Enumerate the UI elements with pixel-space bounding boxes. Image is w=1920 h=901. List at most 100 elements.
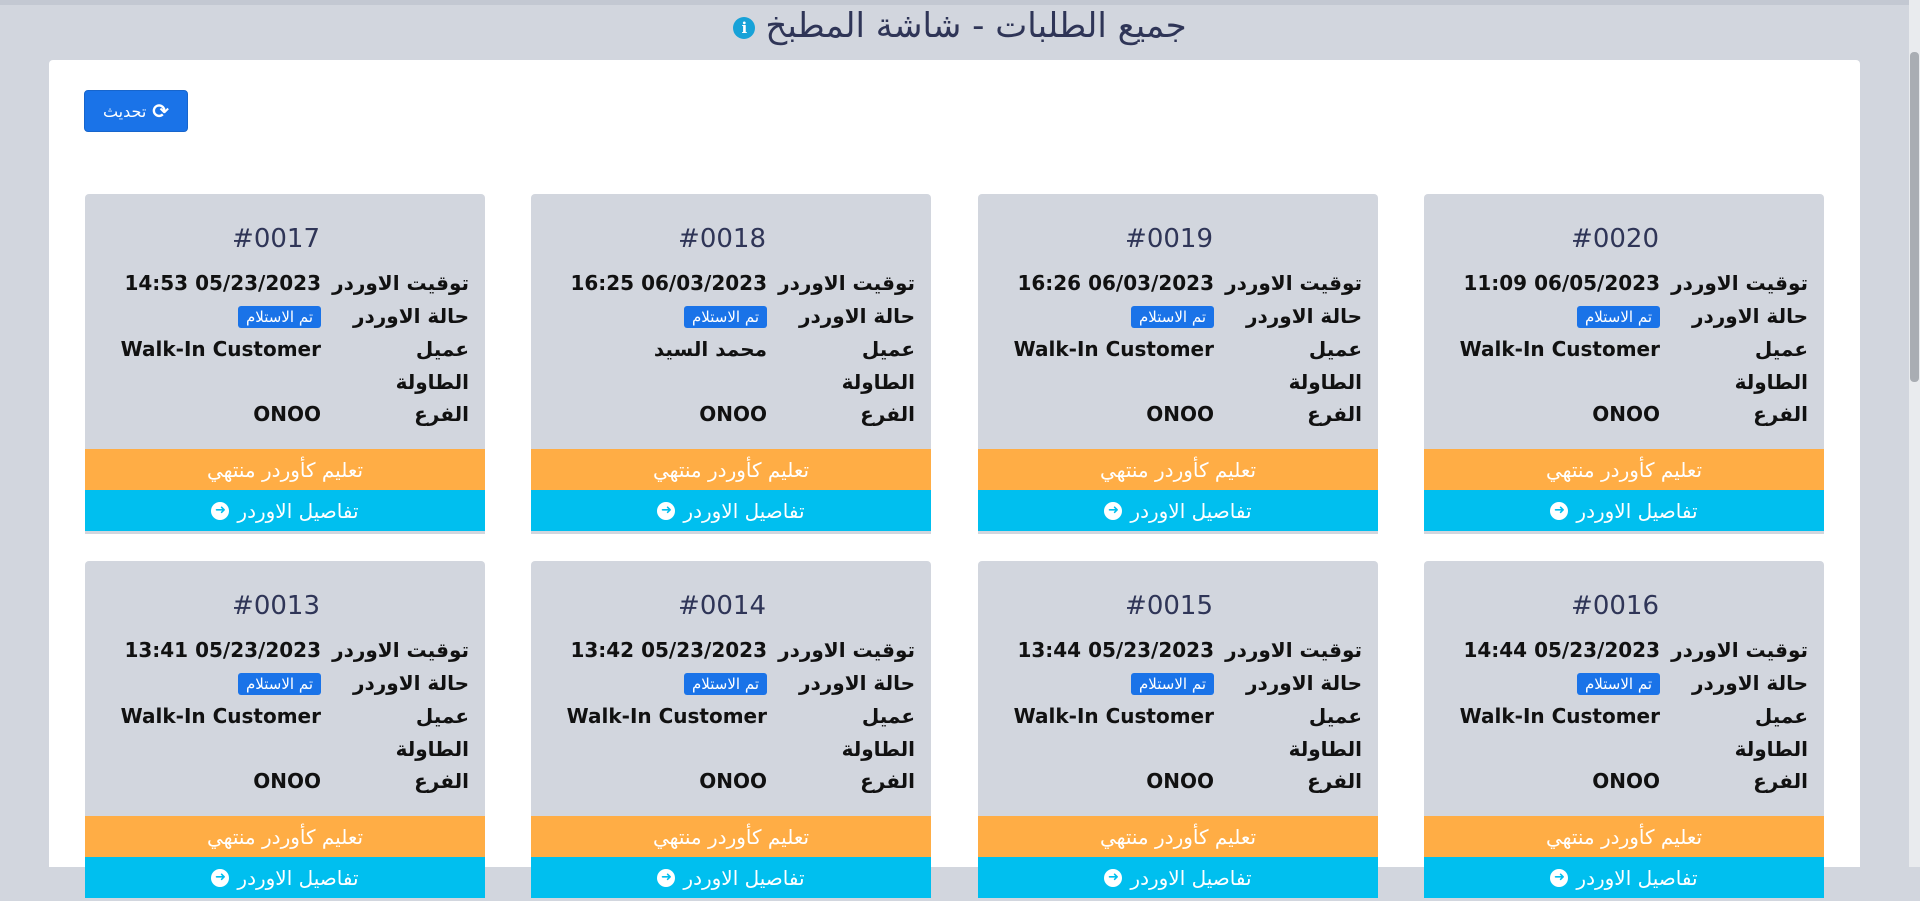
customer-label: عميل	[861, 337, 915, 361]
mark-finished-button[interactable]: تعليم كأوردر منتهي	[85, 449, 485, 490]
mark-finished-label: تعليم كأوردر منتهي	[652, 457, 810, 482]
order-details-button[interactable]: تفاصيل الاوردر ➜	[978, 490, 1378, 531]
mark-finished-label: تعليم كأوردر منتهي	[206, 824, 364, 849]
order-time-value: 14:44 05/23/2023	[1463, 638, 1660, 662]
page-header: جميع الطلبات - شاشة المطبخ i	[0, 0, 1920, 60]
branch-label: الفرع	[414, 402, 469, 426]
branch-value: ONOO	[1592, 402, 1660, 426]
order-details-label: تفاصيل الاوردر	[683, 865, 805, 890]
table-label: الطاولة	[395, 370, 469, 394]
order-number: #0018	[678, 224, 766, 254]
order-time-label: توقيت الاوردر	[1671, 271, 1808, 295]
order-details-button[interactable]: تفاصيل الاوردر ➜	[531, 857, 931, 898]
order-time-label: توقيت الاوردر	[1225, 271, 1362, 295]
order-details-label: تفاصيل الاوردر	[1576, 498, 1698, 523]
customer-value: Walk-In Customer	[1013, 704, 1214, 728]
order-number: #0014	[678, 591, 766, 621]
order-card: #0014 توقيت الاوردر 13:42 05/23/2023 حال…	[531, 561, 931, 901]
order-details-label: تفاصيل الاوردر	[237, 865, 359, 890]
branch-value: ONOO	[699, 769, 767, 793]
order-status-label: حالة الاوردر	[1692, 304, 1808, 328]
mark-finished-label: تعليم كأوردر منتهي	[652, 824, 810, 849]
customer-label: عميل	[1754, 704, 1808, 728]
mark-finished-label: تعليم كأوردر منتهي	[1545, 824, 1703, 849]
scrollbar-thumb[interactable]	[1910, 52, 1919, 382]
customer-value: Walk-In Customer	[120, 704, 321, 728]
order-card: #0020 توقيت الاوردر 11:09 06/05/2023 حال…	[1424, 194, 1824, 534]
branch-label: الفرع	[860, 402, 915, 426]
table-label: الطاولة	[1734, 737, 1808, 761]
mark-finished-label: تعليم كأوردر منتهي	[206, 457, 364, 482]
mark-finished-button[interactable]: تعليم كأوردر منتهي	[531, 449, 931, 490]
branch-label: الفرع	[1753, 402, 1808, 426]
order-time-value: 13:44 05/23/2023	[1017, 638, 1214, 662]
customer-label: عميل	[1308, 704, 1362, 728]
mark-finished-button[interactable]: تعليم كأوردر منتهي	[1424, 816, 1824, 857]
mark-finished-button[interactable]: تعليم كأوردر منتهي	[978, 449, 1378, 490]
customer-value: Walk-In Customer	[1459, 337, 1660, 361]
scrollbar[interactable]	[1909, 0, 1920, 867]
order-status-label: حالة الاوردر	[1246, 671, 1362, 695]
order-details-button[interactable]: تفاصيل الاوردر ➜	[1424, 857, 1824, 898]
table-label: الطاولة	[1734, 370, 1808, 394]
order-status-label: حالة الاوردر	[799, 304, 915, 328]
arrow-right-circle-icon: ➜	[657, 501, 676, 520]
status-badge: تم الاستلام	[684, 673, 767, 695]
order-status-label: حالة الاوردر	[799, 671, 915, 695]
status-badge: تم الاستلام	[238, 306, 321, 328]
table-label: الطاولة	[841, 737, 915, 761]
order-details-label: تفاصيل الاوردر	[683, 498, 805, 523]
info-icon[interactable]: i	[733, 17, 756, 39]
branch-label: الفرع	[1307, 402, 1362, 426]
mark-finished-button[interactable]: تعليم كأوردر منتهي	[85, 816, 485, 857]
order-status-label: حالة الاوردر	[1246, 304, 1362, 328]
order-card: #0016 توقيت الاوردر 14:44 05/23/2023 حال…	[1424, 561, 1824, 901]
branch-value: ONOO	[1146, 402, 1214, 426]
customer-label: عميل	[415, 337, 469, 361]
branch-value: ONOO	[253, 769, 321, 793]
order-time-value: 13:41 05/23/2023	[124, 638, 321, 662]
branch-label: الفرع	[860, 769, 915, 793]
status-badge: تم الاستلام	[684, 306, 767, 328]
customer-label: عميل	[861, 704, 915, 728]
mark-finished-button[interactable]: تعليم كأوردر منتهي	[1424, 449, 1824, 490]
customer-label: عميل	[415, 704, 469, 728]
table-label: الطاولة	[841, 370, 915, 394]
mark-finished-button[interactable]: تعليم كأوردر منتهي	[978, 816, 1378, 857]
status-badge: تم الاستلام	[238, 673, 321, 695]
order-card: #0019 توقيت الاوردر 16:26 06/03/2023 حال…	[978, 194, 1378, 534]
order-details-label: تفاصيل الاوردر	[1130, 865, 1252, 890]
arrow-right-circle-icon: ➜	[657, 868, 676, 887]
order-time-value: 11:09 06/05/2023	[1463, 271, 1660, 295]
customer-label: عميل	[1754, 337, 1808, 361]
order-time-label: توقيت الاوردر	[778, 638, 915, 662]
branch-value: ONOO	[253, 402, 321, 426]
order-details-button[interactable]: تفاصيل الاوردر ➜	[978, 857, 1378, 898]
order-time-value: 16:25 06/03/2023	[570, 271, 767, 295]
status-badge: تم الاستلام	[1577, 673, 1660, 695]
order-details-button[interactable]: تفاصيل الاوردر ➜	[85, 490, 485, 531]
order-details-button[interactable]: تفاصيل الاوردر ➜	[531, 490, 931, 531]
arrow-right-circle-icon: ➜	[1104, 501, 1123, 520]
order-card: #0017 توقيت الاوردر 14:53 05/23/2023 حال…	[85, 194, 485, 534]
refresh-button[interactable]: ⟳ تحديث	[84, 90, 188, 132]
customer-value: Walk-In Customer	[566, 704, 767, 728]
page-title: جميع الطلبات - شاشة المطبخ	[765, 6, 1187, 46]
order-details-label: تفاصيل الاوردر	[1576, 865, 1698, 890]
refresh-label: تحديث	[102, 101, 147, 121]
arrow-right-circle-icon: ➜	[1550, 868, 1569, 887]
order-details-button[interactable]: تفاصيل الاوردر ➜	[85, 857, 485, 898]
status-badge: تم الاستلام	[1131, 306, 1214, 328]
order-card: #0018 توقيت الاوردر 16:25 06/03/2023 حال…	[531, 194, 931, 534]
customer-value: محمد السيد	[653, 337, 767, 361]
order-number: #0015	[1125, 591, 1213, 621]
order-time-value: 16:26 06/03/2023	[1017, 271, 1214, 295]
order-time-label: توقيت الاوردر	[332, 638, 469, 662]
arrow-right-circle-icon: ➜	[211, 501, 230, 520]
mark-finished-button[interactable]: تعليم كأوردر منتهي	[531, 816, 931, 857]
refresh-icon: ⟳	[152, 99, 170, 123]
order-details-button[interactable]: تفاصيل الاوردر ➜	[1424, 490, 1824, 531]
order-details-label: تفاصيل الاوردر	[1130, 498, 1252, 523]
table-label: الطاولة	[1288, 737, 1362, 761]
branch-label: الفرع	[1307, 769, 1362, 793]
